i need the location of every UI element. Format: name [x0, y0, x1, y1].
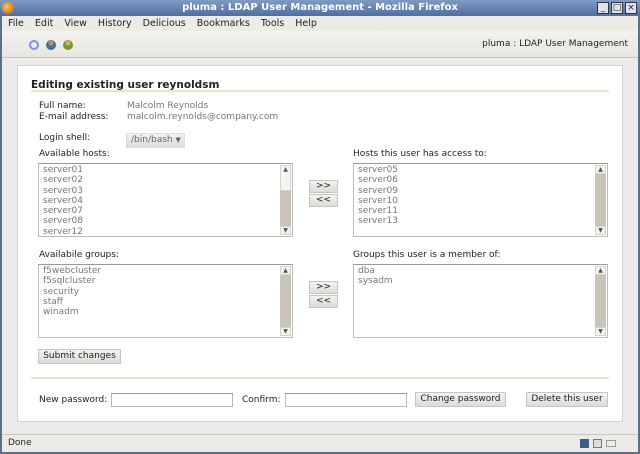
available-hosts-label: Available hosts:: [39, 149, 110, 159]
available-groups-label: Availabile groups:: [39, 250, 119, 260]
minimize-button[interactable]: _: [597, 2, 609, 14]
users-icon[interactable]: [63, 40, 73, 50]
remove-group-button[interactable]: <<: [309, 295, 338, 308]
menu-view[interactable]: View: [64, 18, 87, 29]
login-shell-value: /bin/bash: [131, 135, 173, 145]
scroll-thumb[interactable]: ▲: [280, 165, 291, 191]
list-item[interactable]: server08: [43, 216, 288, 226]
window-titlebar: pluma : LDAP User Management - Mozilla F…: [0, 0, 640, 16]
divider: [31, 377, 609, 379]
menu-delicious[interactable]: Delicious: [143, 18, 186, 29]
list-item[interactable]: server07: [43, 206, 288, 216]
menu-history[interactable]: History: [98, 18, 132, 29]
window-title: pluma : LDAP User Management - Mozilla F…: [182, 2, 458, 13]
list-item[interactable]: server03: [43, 186, 288, 196]
change-password-button[interactable]: Change password: [415, 392, 506, 407]
list-item[interactable]: server11: [358, 206, 603, 216]
menu-bookmarks[interactable]: Bookmarks: [197, 18, 250, 29]
new-password-input[interactable]: [111, 393, 233, 407]
user-icon[interactable]: [46, 40, 56, 50]
breadcrumb: pluma : LDAP User Management: [482, 39, 628, 49]
delete-user-button[interactable]: Delete this user: [526, 392, 608, 407]
list-item[interactable]: server13: [358, 216, 603, 226]
menu-bar: File Edit View History Delicious Bookmarks Too…: [2, 16, 638, 31]
confirm-label: Confirm:: [242, 395, 281, 405]
list-item[interactable]: f5webcluster: [43, 266, 288, 276]
full-name-value: Malcolm Reynolds: [127, 101, 209, 111]
list-item[interactable]: server10: [358, 196, 603, 206]
menu-tools[interactable]: Tools: [261, 18, 284, 29]
user-hosts-list[interactable]: server05 server06 server09 server10 serv…: [353, 163, 608, 237]
add-host-button[interactable]: >>: [309, 180, 338, 193]
scroll-down-arrow[interactable]: ▼: [595, 327, 606, 336]
user-groups-list[interactable]: dba sysadm ▲ ▼: [353, 264, 608, 338]
close-button[interactable]: ×: [625, 2, 637, 14]
menu-file[interactable]: File: [8, 18, 24, 29]
confirm-password-input[interactable]: [285, 393, 407, 407]
list-item[interactable]: security: [43, 287, 288, 297]
email-label: E-mail address:: [39, 112, 109, 122]
list-item[interactable]: f5sqlcluster: [43, 276, 288, 286]
status-network-icon[interactable]: [580, 439, 589, 448]
list-item[interactable]: server12: [43, 227, 288, 237]
status-text: Done: [8, 438, 32, 448]
list-item[interactable]: server06: [358, 175, 603, 185]
firefox-icon: [2, 2, 14, 14]
list-item[interactable]: server09: [358, 186, 603, 196]
available-groups-list[interactable]: f5webcluster f5sqlcluster security staff…: [38, 264, 293, 338]
chevron-down-icon: ▼: [175, 136, 181, 144]
login-shell-select[interactable]: /bin/bash ▼: [126, 133, 185, 148]
new-password-label: New password:: [39, 395, 108, 405]
scrollbar[interactable]: ▲ ▼: [595, 266, 606, 336]
divider: [31, 90, 609, 92]
list-item[interactable]: server02: [43, 175, 288, 185]
maximize-button[interactable]: □: [611, 2, 623, 14]
search-icon[interactable]: [29, 40, 39, 50]
menu-help[interactable]: Help: [295, 18, 317, 29]
full-name-label: Full name:: [39, 101, 86, 111]
scroll-down-arrow[interactable]: ▼: [280, 226, 291, 235]
scroll-down-arrow[interactable]: ▼: [595, 226, 606, 235]
login-shell-label: Login shell:: [39, 133, 91, 143]
list-item[interactable]: server01: [43, 165, 288, 175]
user-groups-label: Groups this user is a member of:: [353, 250, 501, 260]
mail-icon[interactable]: [606, 440, 616, 447]
email-value: malcolm.reynolds@company.com: [127, 112, 279, 122]
list-item[interactable]: sysadm: [358, 276, 603, 286]
scroll-up-arrow[interactable]: ▲: [595, 165, 606, 174]
scrollbar[interactable]: ▲ ▼: [280, 266, 291, 336]
list-item[interactable]: server04: [43, 196, 288, 206]
available-hosts-list[interactable]: server01 server02 server03 server04 serv…: [38, 163, 293, 237]
scrollbar[interactable]: ▲ ▼: [280, 165, 291, 235]
scroll-up-arrow[interactable]: ▲: [595, 266, 606, 275]
user-hosts-label: Hosts this user has access to:: [353, 149, 487, 159]
add-group-button[interactable]: >>: [309, 281, 338, 294]
menu-edit[interactable]: Edit: [35, 18, 53, 29]
status-addon-icon[interactable]: [593, 439, 602, 448]
scrollbar[interactable]: ▲ ▼: [595, 165, 606, 235]
scroll-down-arrow[interactable]: ▼: [280, 327, 291, 336]
status-bar: Done: [2, 434, 638, 452]
list-item[interactable]: server05: [358, 165, 603, 175]
page-toolbar: pluma : LDAP User Management: [2, 31, 638, 58]
scroll-up-arrow[interactable]: ▲: [280, 266, 291, 275]
remove-host-button[interactable]: <<: [309, 194, 338, 207]
list-item[interactable]: staff: [43, 297, 288, 307]
list-item[interactable]: dba: [358, 266, 603, 276]
list-item[interactable]: winadm: [43, 307, 288, 317]
submit-changes-button[interactable]: Submit changes: [38, 349, 121, 364]
